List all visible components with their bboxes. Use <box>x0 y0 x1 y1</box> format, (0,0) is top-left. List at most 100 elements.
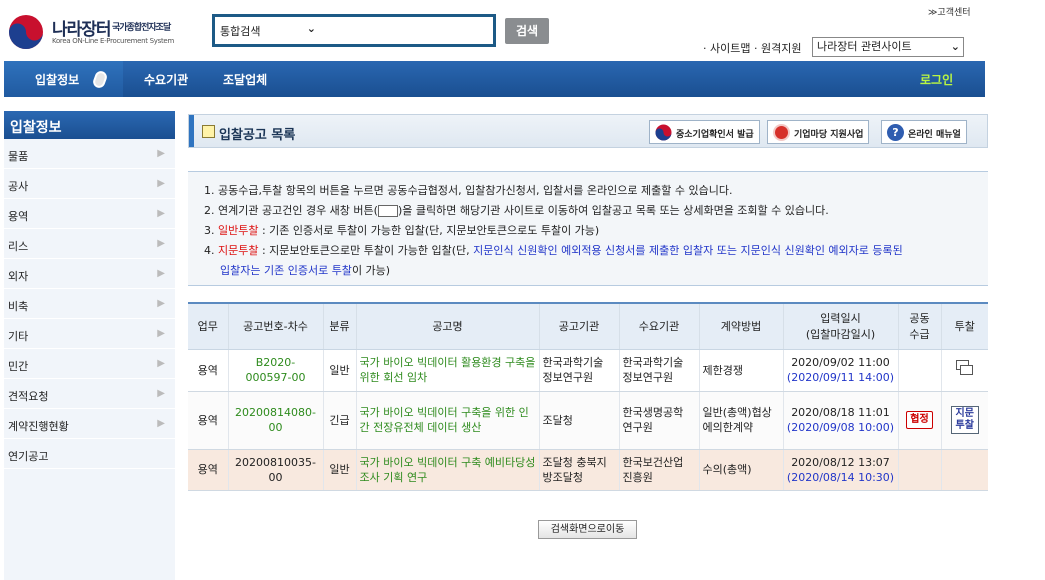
related-sites-select[interactable]: 나라장터 관련사이트 ⌄ <box>812 37 964 57</box>
cell-contract-method: 수의(총액) <box>698 449 783 491</box>
notice-text: 이 가능) <box>351 264 391 277</box>
cell-text: 조달청 충북지 <box>542 455 607 469</box>
sidebar-item-quote-request[interactable]: 견적요청 ▶ <box>4 379 175 409</box>
fingerprint-bid-button[interactable]: 지문투찰 <box>950 406 979 434</box>
notice-name-link[interactable]: 국가 바이오 빅데이터 구축 예비타당성조사 기획 연구 <box>355 449 539 491</box>
col-notice-name: 공고명 <box>355 302 539 350</box>
cell-text: 00 <box>268 421 283 434</box>
chevron-right-icon: ▶ <box>157 298 165 309</box>
sidebar-item-contract-status[interactable]: 계약진행현황 ▶ <box>4 409 175 439</box>
site-logo[interactable]: 나라장터 국가종합전자조달 Korea ON-Line E-Procuremen… <box>8 14 198 50</box>
login-link[interactable]: 로그인 <box>920 71 953 88</box>
notice-line-5: 입찰자는 기존 인증서로 투찰이 가능) <box>204 261 988 281</box>
notice-line-2: 2. 연계기관 공고건인 경우 새창 버튼( )을 클릭하면 해당기관 사이트로 … <box>204 201 988 221</box>
cell-text: 진흥원 <box>622 470 653 484</box>
sidebar-title: 입찰정보 <box>4 111 175 139</box>
nav-demand-agency[interactable]: 수요기관 <box>144 71 188 88</box>
sme-certificate-button[interactable]: 중소기업확인서 발급 <box>649 120 760 144</box>
cell-bid <box>940 449 988 491</box>
cell-text: B2020- <box>255 356 296 369</box>
sidebar-item-label: 계약진행현황 <box>8 420 69 433</box>
button-label: 기업마당 지원사업 <box>794 130 864 140</box>
cell-business: 용역 <box>188 349 228 392</box>
fingerprint-bid-label: 지문투찰 <box>218 244 259 257</box>
col-joint-supply: 공동수급 <box>897 302 941 350</box>
notice-text: 2. 연계기관 공고건인 경우 새창 버튼( <box>204 204 378 217</box>
sidebar-item-construction[interactable]: 공사 ▶ <box>4 169 175 199</box>
sidebar: 입찰정보 물품 ▶ 공사 ▶ 용역 ▶ 리스 ▶ 외자 ▶ 비축 ▶ 기타 ▶ 민간 ▶ 견적요… <box>4 111 175 580</box>
sidebar-item-private[interactable]: 민간 ▶ <box>4 349 175 379</box>
chevron-right-icon: ▶ <box>157 208 165 219</box>
cell-category: 일반 <box>322 349 356 392</box>
header-line: 수급 <box>909 328 930 342</box>
search-scope-label: 통합검색 <box>220 25 261 38</box>
page-title: 입찰공고 목록 <box>219 128 296 143</box>
cell-notice-agency: 조달청 충북지 방조달청 <box>538 449 619 491</box>
search-input[interactable] <box>323 21 489 41</box>
notice-name-link[interactable]: 국가 바이오 빅데이터 활용환경 구축을 위한 회선 임차 <box>355 349 539 392</box>
cell-dates: 2020/08/12 13:07 (2020/08/14 10:30) <box>782 449 898 491</box>
chevron-right-icon: ▶ <box>157 268 165 279</box>
sidebar-item-goods[interactable]: 물품 ▶ <box>4 139 175 169</box>
sidebar-item-foreign[interactable]: 외자 ▶ <box>4 259 175 289</box>
joint-agreement-button[interactable]: 협정 <box>906 411 933 429</box>
customer-center-link[interactable]: ≫고객센터 <box>928 5 971 18</box>
notice-number-link[interactable]: B2020- 000597-00 <box>227 349 323 392</box>
chevron-right-icon: ▶ <box>157 328 165 339</box>
cell-contract-method: 제한경쟁 <box>698 349 783 392</box>
notice-name-link[interactable]: 국가 바이오 빅데이터 구축을 위한 인간 전장유전체 데이터 생산 <box>355 391 539 450</box>
notice-number-link[interactable]: 20200814080- 00 <box>227 391 323 450</box>
online-manual-button[interactable]: ? 온라인 매뉴얼 <box>881 120 967 144</box>
header-line: 입력일시 <box>820 312 861 326</box>
header-line: (입찰마감일시) <box>805 328 876 342</box>
sidebar-item-label: 민간 <box>8 360 29 373</box>
notice-text: : 지문보안토큰으로만 투찰이 가능한 입찰(단, <box>258 244 474 257</box>
col-contract-method: 계약방법 <box>698 302 783 350</box>
sidebar-item-label: 기타 <box>8 330 29 343</box>
help-icon: ? <box>887 124 904 141</box>
sidebar-item-lease[interactable]: 리스 ▶ <box>4 229 175 259</box>
notice-number-link[interactable]: 20200810035- 00 <box>227 449 323 491</box>
sidebar-item-service[interactable]: 용역 ▶ <box>4 199 175 229</box>
cell-joint: 협정 <box>897 391 941 450</box>
logo-english: Korea ON-Line E-Procurement System <box>52 37 174 45</box>
chevron-right-icon: ▶ <box>157 418 165 429</box>
sidebar-item-postponed[interactable]: 연기공고 <box>4 439 175 469</box>
col-notice-number: 공고번호-차수 <box>227 302 323 350</box>
nav-bid-info[interactable]: 입찰정보 <box>35 71 79 88</box>
bizinfo-support-button[interactable]: 기업마당 지원사업 <box>767 120 870 144</box>
cell-contract-method: 일반(총액)협상에의한계약 <box>698 391 783 450</box>
cell-text: 2020/08/12 13:07 <box>791 455 890 469</box>
cell-text: 방조달청 <box>542 470 583 484</box>
taegeuk-logo-icon <box>9 15 43 49</box>
related-sites-label: 나라장터 관련사이트 <box>817 40 912 53</box>
notice-line-4: 4. 지문투찰 : 지문보안토큰으로만 투찰이 가능한 입찰(단, 지문인식 신… <box>204 241 988 261</box>
sidebar-item-label: 물품 <box>8 150 29 163</box>
sitemap-remote-links[interactable]: · 사이트맵 · 원격지원 <box>703 40 801 56</box>
cell-text: 20200810035- <box>235 455 316 469</box>
cell-text: 한국생명공학 <box>622 406 684 419</box>
cell-bid <box>940 349 988 392</box>
sidebar-item-stockpile[interactable]: 비축 ▶ <box>4 289 175 319</box>
chevron-right-icon: ▶ <box>157 388 165 399</box>
cell-demand-agency: 한국생명공학 연구원 <box>618 391 699 450</box>
header-line: 공동 <box>909 312 930 326</box>
taegeuk-icon <box>655 124 672 141</box>
cell-notice-agency: 조달청 <box>538 391 619 450</box>
cell-business: 용역 <box>188 449 228 491</box>
sidebar-item-etc[interactable]: 기타 ▶ <box>4 319 175 349</box>
search-scope-select[interactable]: 통합검색 ⌄ <box>220 22 318 39</box>
button-label: 온라인 매뉴얼 <box>908 130 961 140</box>
col-category: 분류 <box>322 302 356 350</box>
cell-joint <box>897 349 941 392</box>
page-title-bar: 입찰공고 목록 중소기업확인서 발급 기업마당 지원사업 ? 온라인 매뉴얼 <box>188 114 988 148</box>
sidebar-item-label: 견적요청 <box>8 390 49 403</box>
sidebar-item-label: 공사 <box>8 180 29 193</box>
notice-text: )을 클릭하면 해당기관 사이트로 이동하여 입찰공고 목록 또는 상세화면을 … <box>397 204 829 217</box>
cell-category: 긴급 <box>322 391 356 450</box>
nav-supplier[interactable]: 조달업체 <box>223 71 267 88</box>
new-window-icon[interactable] <box>955 360 974 376</box>
col-demand-agency: 수요기관 <box>618 302 699 350</box>
search-button[interactable]: 검색 <box>505 18 549 44</box>
back-to-search-button[interactable]: 검색화면으로이동 <box>538 520 637 539</box>
